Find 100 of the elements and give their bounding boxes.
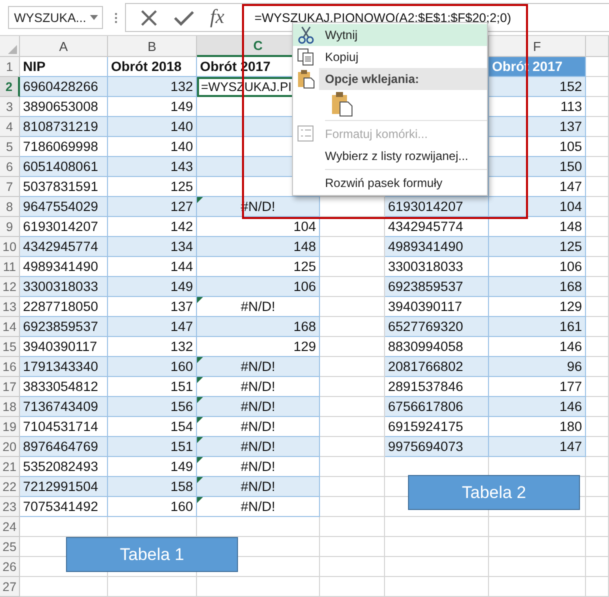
empty-cell — [320, 497, 385, 517]
paste-icon[interactable] — [331, 91, 353, 117]
table-cell: 160 — [108, 497, 197, 517]
empty-cell — [320, 577, 385, 597]
row-number[interactable]: 12 — [0, 277, 20, 297]
table-cell: 9647554029 — [20, 197, 108, 217]
row-number[interactable]: 10 — [0, 237, 20, 257]
table-cell: #N/D! — [240, 459, 276, 474]
error-indicator-icon[interactable] — [197, 437, 203, 443]
row-number[interactable]: 14 — [0, 317, 20, 337]
row-number[interactable]: 25 — [0, 537, 20, 557]
error-indicator-icon[interactable] — [197, 457, 203, 463]
column-header[interactable]: F — [489, 36, 586, 57]
table-cell: #N/D! — [240, 479, 276, 494]
row-number[interactable]: 3 — [0, 97, 20, 117]
row-number[interactable]: 7 — [0, 177, 20, 197]
table-cell: 8108731219 — [20, 117, 108, 137]
row-number[interactable]: 11 — [0, 257, 20, 277]
clipboard-icon — [297, 69, 315, 89]
table-cell: 6527769320 — [385, 317, 489, 337]
error-indicator-icon[interactable] — [197, 197, 203, 203]
empty-cell — [586, 497, 609, 517]
table-cell: 146 — [489, 397, 586, 417]
menu-item[interactable]: Wytnij — [293, 24, 487, 46]
table-cell: 7136743409 — [20, 397, 108, 417]
table-cell: 6923859537 — [20, 317, 108, 337]
error-indicator-icon[interactable] — [197, 497, 203, 503]
empty-cell — [320, 417, 385, 437]
empty-cell — [586, 517, 609, 537]
table-cell: 6960428266 — [20, 77, 108, 97]
table-cell: 151 — [108, 437, 197, 457]
checkmark-icon[interactable] — [174, 10, 194, 26]
table-cell: 6193014207 — [385, 197, 489, 217]
row-number[interactable]: 23 — [0, 497, 20, 517]
error-indicator-icon[interactable] — [197, 397, 203, 403]
table-cell: #N/D! — [240, 419, 276, 434]
row-number[interactable]: 2 — [0, 77, 20, 97]
row-number[interactable]: 22 — [0, 477, 20, 497]
menu-item[interactable]: Rozwiń pasek formuły — [293, 172, 487, 194]
row-number[interactable]: 24 — [0, 517, 20, 537]
table-cell: 134 — [108, 237, 197, 257]
table-cell: #N/D! — [240, 299, 276, 314]
row-number[interactable]: 8 — [0, 197, 20, 217]
insert-function-button[interactable]: fx — [210, 6, 224, 29]
row-number[interactable]: 5 — [0, 137, 20, 157]
column-header[interactable]: A — [20, 36, 108, 57]
empty-cell — [320, 297, 385, 317]
drag-handle-icon[interactable] — [115, 12, 117, 22]
empty-cell — [586, 577, 609, 597]
table-cell: 160 — [108, 357, 197, 377]
cancel-icon[interactable] — [140, 8, 158, 26]
table-cell: 125 — [489, 237, 586, 257]
dropdown-caret-icon[interactable] — [90, 15, 98, 20]
table-cell: 158 — [108, 477, 197, 497]
error-indicator-icon[interactable] — [197, 357, 203, 363]
table-cell: #N/D! — [240, 379, 276, 394]
row-number[interactable]: 19 — [0, 417, 20, 437]
table-cell: 152 — [489, 77, 586, 97]
table-cell: 137 — [489, 117, 586, 137]
table-cell: 6051408061 — [20, 157, 108, 177]
formula-text[interactable]: =WYSZUKAJ.PIONOWO(A2;$E$1:$F$20;2;0) — [254, 10, 512, 24]
column-header[interactable]: B — [108, 36, 197, 57]
row-number[interactable]: 15 — [0, 337, 20, 357]
table-cell: 96 — [489, 357, 586, 377]
row-number[interactable]: 4 — [0, 117, 20, 137]
scissors-icon — [297, 26, 315, 44]
menu-item[interactable]: Wybierz z listy rozwijanej... — [293, 145, 487, 167]
table-cell: #N/D! — [240, 499, 276, 514]
table-cell: #N/D! — [240, 399, 276, 414]
empty-cell — [320, 557, 385, 577]
row-number[interactable]: 13 — [0, 297, 20, 317]
row-number[interactable]: 1 — [0, 57, 20, 77]
name-box[interactable]: WYSZUKA... — [8, 6, 103, 29]
row-number[interactable]: 21 — [0, 457, 20, 477]
empty-cell — [586, 417, 609, 437]
error-indicator-icon[interactable] — [197, 297, 203, 303]
menu-section-header: Opcje wklejania: — [319, 68, 487, 90]
text-box: Tabela 2 — [408, 475, 580, 510]
table-cell: 4989341490 — [385, 237, 489, 257]
row-number[interactable]: 27 — [0, 577, 20, 597]
row-number[interactable]: 20 — [0, 437, 20, 457]
row-number[interactable]: 6 — [0, 157, 20, 177]
empty-cell — [586, 257, 609, 277]
table-cell: 161 — [489, 317, 586, 337]
row-number[interactable]: 16 — [0, 357, 20, 377]
table-cell: 106 — [197, 277, 320, 297]
table-cell: 132 — [108, 77, 197, 97]
row-number[interactable]: 17 — [0, 377, 20, 397]
row-number[interactable]: 9 — [0, 217, 20, 237]
error-indicator-icon[interactable] — [197, 377, 203, 383]
table-cell: 150 — [489, 157, 586, 177]
empty-cell — [320, 457, 385, 477]
error-indicator-icon[interactable] — [197, 477, 203, 483]
error-indicator-icon[interactable] — [197, 417, 203, 423]
empty-cell — [320, 517, 385, 537]
row-number[interactable]: 26 — [0, 557, 20, 577]
empty-cell — [586, 337, 609, 357]
table-cell: 127 — [108, 197, 197, 217]
row-number[interactable]: 18 — [0, 397, 20, 417]
empty-cell — [320, 217, 385, 237]
